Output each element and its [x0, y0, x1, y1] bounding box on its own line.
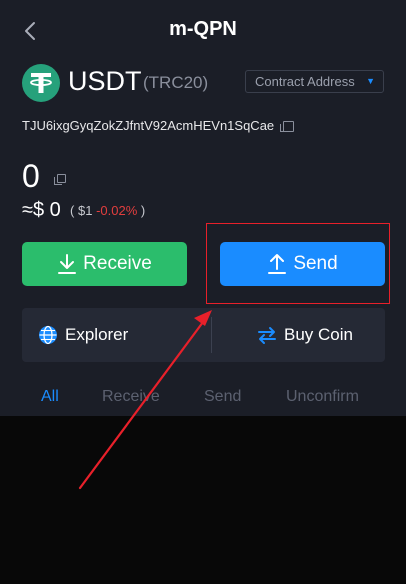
price-info: ( $1 -0.02% ) — [70, 203, 145, 218]
globe-icon — [39, 325, 57, 345]
wallet-screen: m-QPN USDT (TRC20) Contract Address ▼ TJ… — [0, 0, 406, 416]
buy-coin-label: Buy Coin — [284, 325, 353, 344]
price-close-paren: ) — [140, 203, 146, 218]
transaction-tabs: All Receive Send Unconfirm — [0, 388, 406, 412]
caret-down-icon: ▼ — [366, 76, 375, 86]
token-network: (TRC20) — [143, 73, 209, 92]
page-title: m-QPN — [169, 18, 237, 40]
contract-address-label: Contract Address — [255, 74, 355, 89]
send-button[interactable]: Send — [220, 242, 385, 286]
copy-address-icon[interactable] — [280, 121, 294, 132]
explorer-button[interactable]: Explorer — [38, 308, 128, 362]
action-divider — [211, 317, 212, 353]
swap-arrows-icon — [258, 327, 276, 344]
receive-button[interactable]: Receive — [22, 242, 187, 286]
token-symbol: USDT — [68, 66, 142, 96]
token-balance: 0 — [22, 158, 40, 194]
tether-logo-icon — [22, 64, 60, 102]
copy-balance-icon[interactable] — [54, 174, 66, 185]
tab-unconfirm[interactable]: Unconfirm — [286, 388, 359, 406]
token-price: $1 — [77, 203, 93, 218]
price-change: -0.02% — [96, 203, 138, 218]
send-label: Send — [293, 253, 338, 274]
upload-icon — [268, 254, 287, 274]
download-icon — [58, 254, 77, 274]
receive-label: Receive — [83, 253, 152, 274]
fiat-balance: ≈$ 0 — [22, 199, 61, 221]
wallet-address: TJU6ixgGyqZokZJfntV92AcmHEVn1SqCae — [22, 118, 275, 133]
action-bar: Explorer Buy Coin — [22, 308, 385, 362]
tab-receive[interactable]: Receive — [102, 388, 160, 406]
buy-coin-button[interactable]: Buy Coin — [257, 308, 353, 362]
nav-bar: m-QPN — [0, 0, 406, 60]
price-open-paren: ( — [70, 203, 75, 218]
tab-send[interactable]: Send — [204, 388, 241, 406]
tab-all[interactable]: All — [41, 388, 59, 406]
contract-address-dropdown[interactable]: Contract Address ▼ — [245, 70, 384, 93]
explorer-label: Explorer — [65, 325, 129, 344]
